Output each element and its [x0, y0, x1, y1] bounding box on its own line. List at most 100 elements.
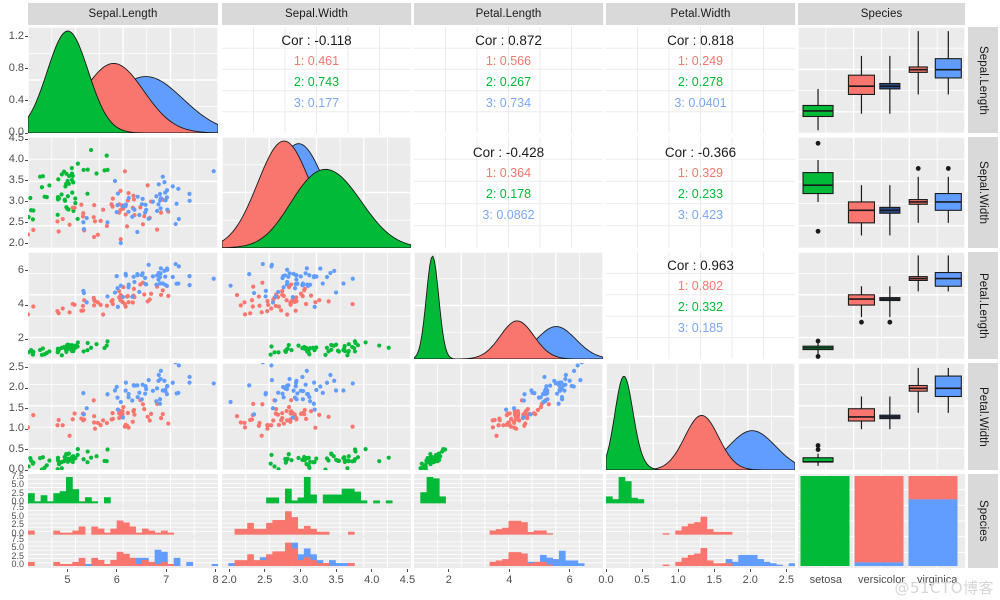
- correlation-group-2: 2: 0.278: [677, 75, 724, 89]
- correlation-group-3: 3: 0.0862: [482, 208, 535, 222]
- row-strip-petal-length: Petal.Length: [968, 252, 998, 359]
- correlation-group-2: 2: 0.233: [677, 187, 724, 201]
- ytick-row4-mark-4: [25, 449, 28, 451]
- correlation-group-3: 3: 0.177: [293, 96, 340, 110]
- correlation-group-3: 3: 0.423: [677, 208, 724, 222]
- column-strip-petal-width: Petal.Width: [606, 3, 795, 25]
- ytick-row2-2: 3.5: [8, 173, 24, 186]
- xtick-sepal-length-mark-2: [165, 569, 167, 572]
- density-panel-sepal-width: [222, 137, 411, 248]
- ytick-row2-mark-0: [25, 138, 28, 140]
- column-strip-sepal-length: Sepal.Length: [28, 3, 218, 25]
- histogram-panel-sepal-width: [222, 474, 411, 568]
- ytick-row2-mark-5: [25, 243, 28, 245]
- scatter-panel-petal-length-vs-sepal-length: [28, 252, 218, 359]
- correlation-group-1: 1: 0.566: [485, 54, 532, 68]
- row-strip-sepal-width: Sepal.Width: [968, 137, 998, 248]
- ytick-row3-mark-2: [25, 338, 28, 340]
- ytick-row1-1: 0.8: [8, 61, 24, 74]
- ytick-row3-0: 6: [17, 263, 24, 276]
- ytick-row4-mark-5: [25, 469, 28, 471]
- xtick-sepal-width-mark-2: [299, 569, 301, 572]
- scatterplot-matrix: Sepal.Length Sepal.Width Petal.Length Petal…: [0, 0, 1000, 600]
- correlation-value: Cor : -0.118: [281, 33, 352, 48]
- density-panel-sepal-length: [28, 27, 218, 133]
- ytick-row2-mark-4: [25, 222, 28, 224]
- xtick-petal-width-mark-5: [785, 569, 787, 572]
- row-strip-sepal-length: Sepal.Length: [968, 27, 998, 133]
- ytick-row2-5: 2.0: [8, 236, 24, 249]
- ytick-row4-mark-3: [25, 428, 28, 430]
- ytick-row2-mark-3: [25, 201, 28, 203]
- ytick-row2-1: 4.0: [8, 153, 24, 166]
- ytick-row3-1: 4: [17, 298, 24, 311]
- ytick-row1-mark-1: [25, 68, 28, 70]
- ytick-row3-2: 2: [17, 332, 24, 345]
- ytick-row2-mark-2: [25, 180, 28, 182]
- row-strip-petal-width: Petal.Width: [968, 363, 998, 470]
- xtick-sepal-width-mark-3: [335, 569, 337, 572]
- histogram-panel-sepal-length: [28, 474, 218, 568]
- correlation-value: Cor : -0.428: [472, 145, 545, 160]
- xtick-petal-length-mark-1: [508, 569, 510, 572]
- ytick-row4-4: 0.5: [8, 442, 24, 455]
- ytick-row1-0: 1.2: [8, 29, 24, 42]
- correlation-panel-sepal-width-petal-length: Cor : -0.428 1: 0.364 2: 0.178 3: 0.0862: [414, 137, 603, 248]
- correlation-group-3: 3: 0.0401: [674, 96, 727, 110]
- xtick-sepal-width-mark-5: [406, 569, 408, 572]
- ytick-row2-0: 4.5: [8, 132, 24, 145]
- xtick-sepal-length-mark-0: [66, 569, 68, 572]
- ytick-row4-mark-2: [25, 408, 28, 410]
- ytick-row1-mark-2: [25, 100, 28, 102]
- ytick-row5-f2-3: 0.0: [11, 559, 24, 569]
- correlation-group-1: 1: 0.364: [485, 166, 532, 180]
- ytick-row2-4: 2.5: [8, 215, 24, 228]
- xtick-sepal-width-mark-1: [264, 569, 266, 572]
- xtick-petal-length-mark-2: [569, 569, 571, 572]
- histogram-panel-petal-length: [414, 474, 603, 568]
- correlation-group-2: 2: 0.178: [485, 187, 532, 201]
- correlation-group-1: 1: 0.329: [677, 166, 724, 180]
- correlation-value: Cor : -0.366: [664, 145, 737, 160]
- xtick-species-1: versicolor: [857, 574, 906, 586]
- ytick-row4-0: 2.5: [8, 360, 24, 373]
- correlation-value: Cor : 0.872: [475, 33, 542, 48]
- xtick-petal-length-1: 4: [506, 574, 513, 586]
- correlation-group-2: 2: 0.743: [293, 75, 340, 89]
- boxplot-panel-petal-width: [798, 363, 965, 470]
- histogram-panel-petal-width: [606, 474, 795, 568]
- ytick-row4-mark-0: [25, 367, 28, 369]
- ytick-row2-mark-1: [25, 159, 28, 161]
- ytick-row3-mark-1: [25, 304, 28, 306]
- ytick-row1-mark-3: [25, 132, 28, 134]
- correlation-panel-sepal-width-petal-width: Cor : -0.366 1: 0.329 2: 0.233 3: 0.423: [606, 137, 795, 248]
- correlation-group-1: 1: 0.461: [293, 54, 340, 68]
- correlation-group-1: 1: 0.249: [677, 54, 724, 68]
- xtick-sepal-length-mark-1: [116, 569, 118, 572]
- mosaic-panel-species: [798, 474, 965, 568]
- scatter-panel-petal-width-vs-petal-length: [414, 363, 603, 470]
- boxplot-panel-petal-length: [798, 252, 965, 359]
- correlation-panel-sepal-length-petal-width: Cor : 0.818 1: 0.249 2: 0.278 3: 0.0401: [606, 27, 795, 133]
- xtick-petal-length-mark-0: [448, 569, 450, 572]
- xtick-petal-width-mark-0: [605, 569, 607, 572]
- density-panel-petal-length: [414, 252, 603, 359]
- correlation-group-2: 2: 0.267: [485, 75, 532, 89]
- ytick-row1-2: 0.4: [8, 93, 24, 106]
- xtick-petal-width-mark-1: [641, 569, 643, 572]
- xtick-species-2: virginica: [916, 574, 958, 586]
- ytick-row4-3: 1.0: [8, 422, 24, 435]
- ytick-row2-3: 3.0: [8, 194, 24, 207]
- xtick-petal-width-mark-2: [677, 569, 679, 572]
- column-strip-petal-length: Petal.Length: [414, 3, 603, 25]
- correlation-value: Cor : 0.818: [667, 33, 734, 48]
- correlation-group-2: 2: 0.332: [677, 300, 724, 314]
- xtick-sepal-width-mark-0: [228, 569, 230, 572]
- xtick-species-0: setosa: [809, 574, 843, 586]
- correlation-group-3: 3: 0.734: [485, 96, 532, 110]
- density-panel-petal-width: [606, 363, 795, 470]
- ytick-row4-mark-1: [25, 387, 28, 389]
- correlation-group-3: 3: 0.185: [677, 321, 724, 335]
- ytick-row4-1: 2.0: [8, 381, 24, 394]
- correlation-panel-sepal-length-petal-length: Cor : 0.872 1: 0.566 2: 0.267 3: 0.734: [414, 27, 603, 133]
